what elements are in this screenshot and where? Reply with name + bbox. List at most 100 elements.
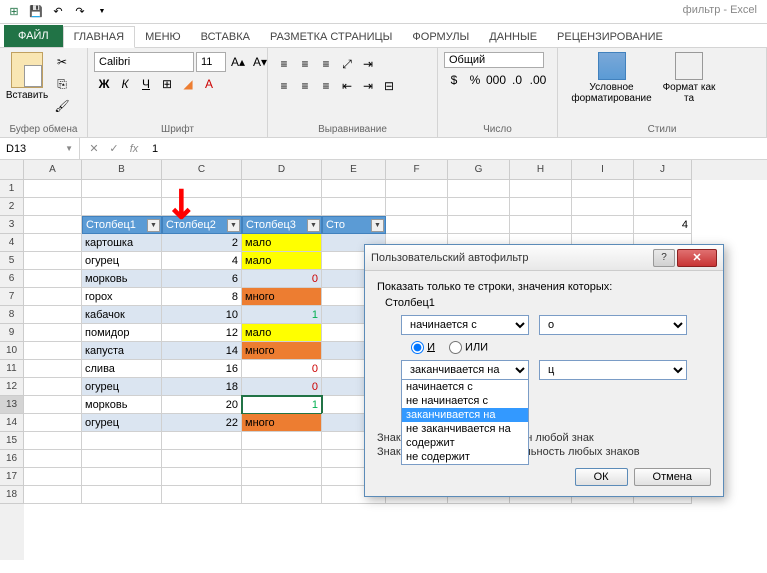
cell[interactable] — [24, 270, 82, 288]
font-color-icon[interactable]: A — [199, 74, 219, 94]
column-header-I[interactable]: I — [572, 160, 634, 180]
filter-dropdown-icon[interactable]: ▼ — [307, 219, 320, 232]
redo-icon[interactable]: ↷ — [70, 2, 90, 22]
data-cell[interactable]: мало — [242, 234, 322, 252]
qat-dropdown-icon[interactable]: ▼ — [92, 2, 112, 22]
table-header[interactable]: Столбец2▼ — [162, 216, 242, 234]
column-header-C[interactable]: C — [162, 160, 242, 180]
cell[interactable] — [242, 180, 322, 198]
tab-file[interactable]: ФАЙЛ — [4, 25, 63, 47]
border-icon[interactable]: ⊞ — [157, 74, 177, 94]
underline-button[interactable]: Ч — [136, 74, 156, 94]
row-header-7[interactable]: 7 — [0, 288, 24, 306]
cell[interactable] — [572, 198, 634, 216]
dropdown-option[interactable]: начинается с — [402, 380, 528, 394]
cell[interactable] — [24, 306, 82, 324]
tab-home[interactable]: ГЛАВНАЯ — [63, 26, 135, 48]
data-cell[interactable]: слива — [82, 360, 162, 378]
fill-color-icon[interactable]: ◢ — [178, 74, 198, 94]
or-radio[interactable]: ИЛИ — [449, 341, 488, 354]
data-cell[interactable]: горох — [82, 288, 162, 306]
align-top-icon[interactable]: ≡ — [274, 54, 294, 74]
data-cell[interactable]: 8 — [162, 288, 242, 306]
decrease-indent-icon[interactable]: ⇤ — [337, 76, 357, 96]
cell[interactable] — [510, 198, 572, 216]
cell[interactable] — [242, 198, 322, 216]
conditional-formatting-button[interactable]: Условное форматирование — [564, 52, 659, 104]
decrease-decimal-icon[interactable]: .00 — [528, 70, 548, 90]
number-format-select[interactable] — [444, 52, 544, 68]
table-header[interactable]: Столбец3▼ — [242, 216, 322, 234]
data-cell[interactable]: 10 — [162, 306, 242, 324]
dropdown-option[interactable]: заканчивается на — [402, 408, 528, 422]
wrap-text-icon[interactable]: ⇥ — [358, 54, 378, 74]
cell[interactable] — [242, 468, 322, 486]
currency-icon[interactable]: $ — [444, 70, 464, 90]
cell[interactable] — [24, 378, 82, 396]
cell[interactable] — [24, 414, 82, 432]
name-box[interactable]: D13▼ — [0, 138, 80, 159]
data-cell[interactable]: 14 — [162, 342, 242, 360]
orientation-icon[interactable]: ⤢ — [337, 54, 357, 74]
cell[interactable] — [24, 486, 82, 504]
formula-input[interactable]: 1 — [144, 143, 158, 155]
cell[interactable] — [24, 360, 82, 378]
data-cell[interactable]: 16 — [162, 360, 242, 378]
cell[interactable] — [24, 216, 82, 234]
cell[interactable] — [24, 396, 82, 414]
dropdown-option[interactable]: не содержит — [402, 450, 528, 464]
tab-review[interactable]: РЕЦЕНЗИРОВАНИЕ — [547, 27, 673, 47]
comma-icon[interactable]: 000 — [486, 70, 506, 90]
align-right-icon[interactable]: ≡ — [316, 76, 336, 96]
cell[interactable] — [24, 468, 82, 486]
data-cell[interactable]: огурец — [82, 378, 162, 396]
enter-formula-icon[interactable]: ✓ — [104, 142, 124, 155]
row-header-16[interactable]: 16 — [0, 450, 24, 468]
tab-page-layout[interactable]: РАЗМЕТКА СТРАНИЦЫ — [260, 27, 402, 47]
cell[interactable] — [572, 216, 634, 234]
data-cell[interactable]: кабачок — [82, 306, 162, 324]
cell[interactable] — [24, 432, 82, 450]
cell[interactable] — [572, 180, 634, 198]
row-header-11[interactable]: 11 — [0, 360, 24, 378]
cell[interactable] — [24, 252, 82, 270]
cell[interactable] — [162, 450, 242, 468]
data-cell[interactable]: 6 — [162, 270, 242, 288]
cut-icon[interactable]: ✂ — [52, 52, 72, 72]
row-header-8[interactable]: 8 — [0, 306, 24, 324]
cell[interactable] — [322, 198, 386, 216]
tab-formulas[interactable]: ФОРМУЛЫ — [402, 27, 479, 47]
row-header-12[interactable]: 12 — [0, 378, 24, 396]
table-header[interactable]: Сто▼ — [322, 216, 386, 234]
column-header-D[interactable]: D — [242, 160, 322, 180]
filter-dropdown-icon[interactable]: ▼ — [227, 219, 240, 232]
row-header-14[interactable]: 14 — [0, 414, 24, 432]
data-cell[interactable]: мало — [242, 252, 322, 270]
data-cell[interactable]: 0 — [242, 270, 322, 288]
column-header-G[interactable]: G — [448, 160, 510, 180]
cell[interactable] — [386, 198, 448, 216]
cell[interactable] — [162, 198, 242, 216]
data-cell[interactable]: морковь — [82, 270, 162, 288]
cell[interactable] — [82, 198, 162, 216]
cell[interactable] — [82, 180, 162, 198]
dropdown-option[interactable]: не заканчивается на — [402, 422, 528, 436]
value2-input[interactable]: ц — [539, 360, 687, 380]
cell[interactable] — [448, 180, 510, 198]
column-header-H[interactable]: H — [510, 160, 572, 180]
cell[interactable] — [82, 486, 162, 504]
column-header-E[interactable]: E — [322, 160, 386, 180]
data-cell[interactable]: 0 — [242, 378, 322, 396]
align-left-icon[interactable]: ≡ — [274, 76, 294, 96]
cell[interactable] — [510, 216, 572, 234]
cell[interactable] — [634, 198, 692, 216]
tab-insert[interactable]: ВСТАВКА — [191, 27, 260, 47]
cell[interactable] — [24, 180, 82, 198]
value1-input[interactable]: о — [539, 315, 687, 335]
condition2-select[interactable]: заканчивается на — [401, 360, 529, 380]
row-header-3[interactable]: 3 — [0, 216, 24, 234]
data-cell[interactable]: огурец — [82, 414, 162, 432]
cell[interactable] — [448, 198, 510, 216]
column-header-J[interactable]: J — [634, 160, 692, 180]
dropdown-option[interactable]: не начинается с — [402, 394, 528, 408]
